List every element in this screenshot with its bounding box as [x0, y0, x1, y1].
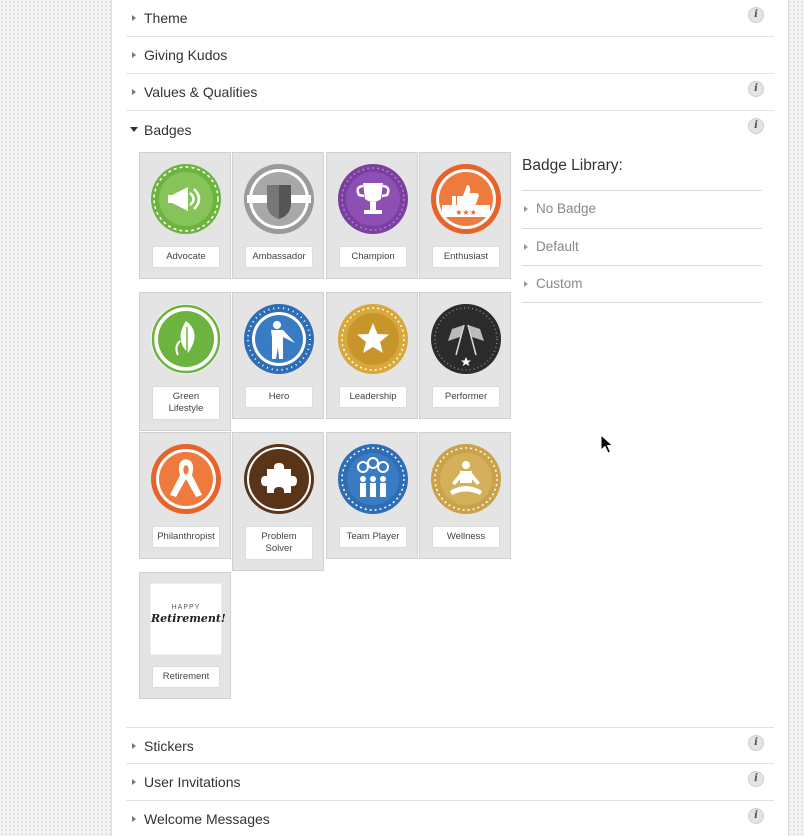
- team-icon: [338, 444, 408, 514]
- info-icon[interactable]: i: [748, 118, 764, 134]
- chevron-right-icon: [128, 776, 140, 788]
- chevron-right-icon: [524, 243, 528, 250]
- badge-label: Enthusiast: [432, 246, 500, 268]
- divider: [522, 190, 762, 191]
- badge-library-item-label: No Badge: [536, 201, 597, 216]
- chevron-right-icon: [128, 813, 140, 825]
- badge-label: Champion: [339, 246, 407, 268]
- superhero-icon: [244, 304, 314, 374]
- section-stickers[interactable]: Stickers i: [126, 727, 774, 764]
- section-label: User Invitations: [144, 774, 241, 790]
- badge-tile-problem-solver[interactable]: Problem Solver: [232, 432, 324, 571]
- divider: [522, 265, 762, 266]
- svg-text:★★★: ★★★: [455, 208, 477, 217]
- badge-label: Problem Solver: [245, 526, 313, 560]
- mouse-cursor-icon: [600, 434, 614, 454]
- info-icon[interactable]: i: [748, 771, 764, 787]
- section-label: Theme: [144, 10, 188, 26]
- checkered-flags-icon: [431, 304, 501, 374]
- thumbs-up-icon: ★★★: [431, 164, 501, 234]
- section-label: Badges: [144, 121, 192, 138]
- info-icon[interactable]: i: [748, 7, 764, 23]
- badge-tile-hero[interactable]: Hero: [232, 292, 324, 419]
- chevron-right-icon: [128, 49, 140, 61]
- happy-retirement-icon: HAPPY Retirement!: [150, 583, 226, 655]
- chevron-right-icon: [128, 740, 140, 752]
- badge-label: Hero: [245, 386, 313, 408]
- badge-label: Wellness: [432, 526, 500, 548]
- badge-label: Ambassador: [245, 246, 313, 268]
- section-user-invitations[interactable]: User Invitations i: [126, 764, 774, 801]
- badge-tile-philanthropist[interactable]: Philanthropist: [139, 432, 231, 559]
- badge-library-title: Badge Library:: [522, 157, 623, 174]
- badge-label: Green Lifestyle: [152, 386, 220, 420]
- badge-tile-retirement[interactable]: HAPPY Retirement! Retirement: [139, 572, 231, 699]
- badge-label: Team Player: [339, 526, 407, 548]
- section-label: Values & Qualities: [144, 84, 258, 100]
- info-icon[interactable]: i: [748, 808, 764, 824]
- section-label: Giving Kudos: [144, 47, 228, 63]
- badge-library-item-no-badge[interactable]: No Badge: [524, 201, 596, 216]
- info-icon[interactable]: i: [748, 81, 764, 97]
- divider: [522, 302, 762, 303]
- section-values-qualities[interactable]: Values & Qualities i: [126, 74, 774, 111]
- shield-icon: [244, 164, 314, 234]
- badge-label: Retirement: [152, 666, 220, 688]
- section-label: Stickers: [144, 737, 194, 754]
- badge-label: Advocate: [152, 246, 220, 268]
- star-icon: [338, 304, 408, 374]
- badge-tile-performer[interactable]: Performer: [419, 292, 511, 419]
- badge-label: Performer: [432, 386, 500, 408]
- chevron-right-icon: [524, 205, 528, 212]
- section-label: Welcome Messages: [144, 811, 270, 827]
- chevron-down-icon: [128, 124, 140, 136]
- badge-tile-leadership[interactable]: Leadership: [326, 292, 418, 419]
- badge-library-item-label: Custom: [536, 276, 583, 291]
- badge-tile-ambassador[interactable]: Ambassador: [232, 152, 324, 279]
- chevron-right-icon: [128, 12, 140, 24]
- badge-library-item-default[interactable]: Default: [524, 239, 579, 254]
- chevron-right-icon: [524, 280, 528, 287]
- section-giving-kudos[interactable]: Giving Kudos: [126, 37, 774, 74]
- badge-library-item-custom[interactable]: Custom: [524, 276, 583, 291]
- badge-tile-team-player[interactable]: Team Player: [326, 432, 418, 559]
- badge-tile-green-lifestyle[interactable]: Green Lifestyle: [139, 292, 231, 431]
- ribbon-icon: [151, 444, 221, 514]
- megaphone-icon: [151, 164, 221, 234]
- meditation-icon: [431, 444, 501, 514]
- badge-tile-advocate[interactable]: Advocate: [139, 152, 231, 279]
- badge-label: Philanthropist: [152, 526, 220, 548]
- badge-tile-enthusiast[interactable]: ★★★ Enthusiast: [419, 152, 511, 279]
- badge-tile-champion[interactable]: Champion: [326, 152, 418, 279]
- badge-tile-wellness[interactable]: Wellness: [419, 432, 511, 559]
- section-welcome-messages[interactable]: Welcome Messages i: [126, 801, 774, 836]
- trophy-icon: [338, 164, 408, 234]
- settings-panel: Theme i Giving Kudos Values & Qualities …: [111, 0, 789, 836]
- badge-library-item-label: Default: [536, 239, 579, 254]
- section-badges[interactable]: Badges i: [126, 111, 774, 148]
- badge-label: Leadership: [339, 386, 407, 408]
- chevron-right-icon: [128, 86, 140, 98]
- info-icon[interactable]: i: [748, 735, 764, 751]
- section-theme[interactable]: Theme i: [126, 0, 774, 37]
- divider: [522, 228, 762, 229]
- puzzle-icon: [244, 444, 314, 514]
- leaf-icon: [151, 304, 221, 374]
